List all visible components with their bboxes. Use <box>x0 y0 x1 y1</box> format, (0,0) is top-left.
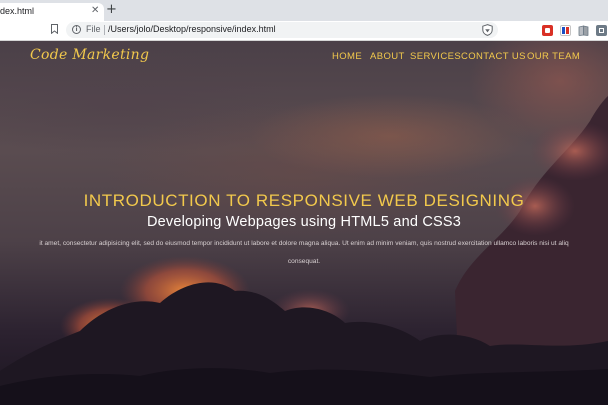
new-tab-icon[interactable]: + <box>106 3 117 17</box>
extension-square-icon[interactable] <box>596 25 607 36</box>
browser-toolbar: i File /Users/jolo/Desktop/responsive/in… <box>0 21 608 41</box>
extension-book-icon[interactable] <box>578 25 589 36</box>
extension-flag-icon[interactable] <box>560 25 571 36</box>
file-scheme-label: File <box>86 24 101 34</box>
nav-contact-us[interactable]: CONTACT US <box>461 51 526 62</box>
address-bar[interactable]: i File /Users/jolo/Desktop/responsive/in… <box>66 22 498 38</box>
tab-bar: dex.html ✕ + <box>0 0 608 21</box>
hero-paragraph-line: it amet, consectetur adipisicing elit, s… <box>39 240 569 247</box>
info-icon[interactable]: i <box>72 25 81 34</box>
nav-home[interactable]: HOME <box>332 51 362 62</box>
url-text[interactable]: /Users/jolo/Desktop/responsive/index.htm… <box>108 24 276 34</box>
shield-icon[interactable] <box>482 24 493 36</box>
extension-red-icon[interactable] <box>542 25 553 36</box>
nav-services[interactable]: SERVICES <box>410 51 461 62</box>
page-viewport: Code Marketing HOME ABOUT SERVICES CONTA… <box>0 41 608 405</box>
browser-tab[interactable]: dex.html ✕ <box>0 3 104 21</box>
hero-subtitle: Developing Webpages using HTML5 and CSS3 <box>146 214 462 230</box>
nav-our-team[interactable]: OUR TEAM <box>527 51 580 62</box>
main-nav: HOME ABOUT SERVICES CONTACT US OUR TEAM <box>0 51 608 65</box>
tab-title: dex.html <box>0 6 35 16</box>
address-separator <box>104 25 105 35</box>
nav-about[interactable]: ABOUT <box>370 51 405 62</box>
close-tab-icon[interactable]: ✕ <box>91 5 99 17</box>
hero-paragraph: it amet, consectetur adipisicing elit, s… <box>0 235 608 271</box>
hero-title: INTRODUCTION TO RESPONSIVE WEB DESIGNING <box>83 191 525 210</box>
bookmark-icon[interactable] <box>51 24 58 34</box>
hero-paragraph-line: consequat. <box>287 258 321 265</box>
